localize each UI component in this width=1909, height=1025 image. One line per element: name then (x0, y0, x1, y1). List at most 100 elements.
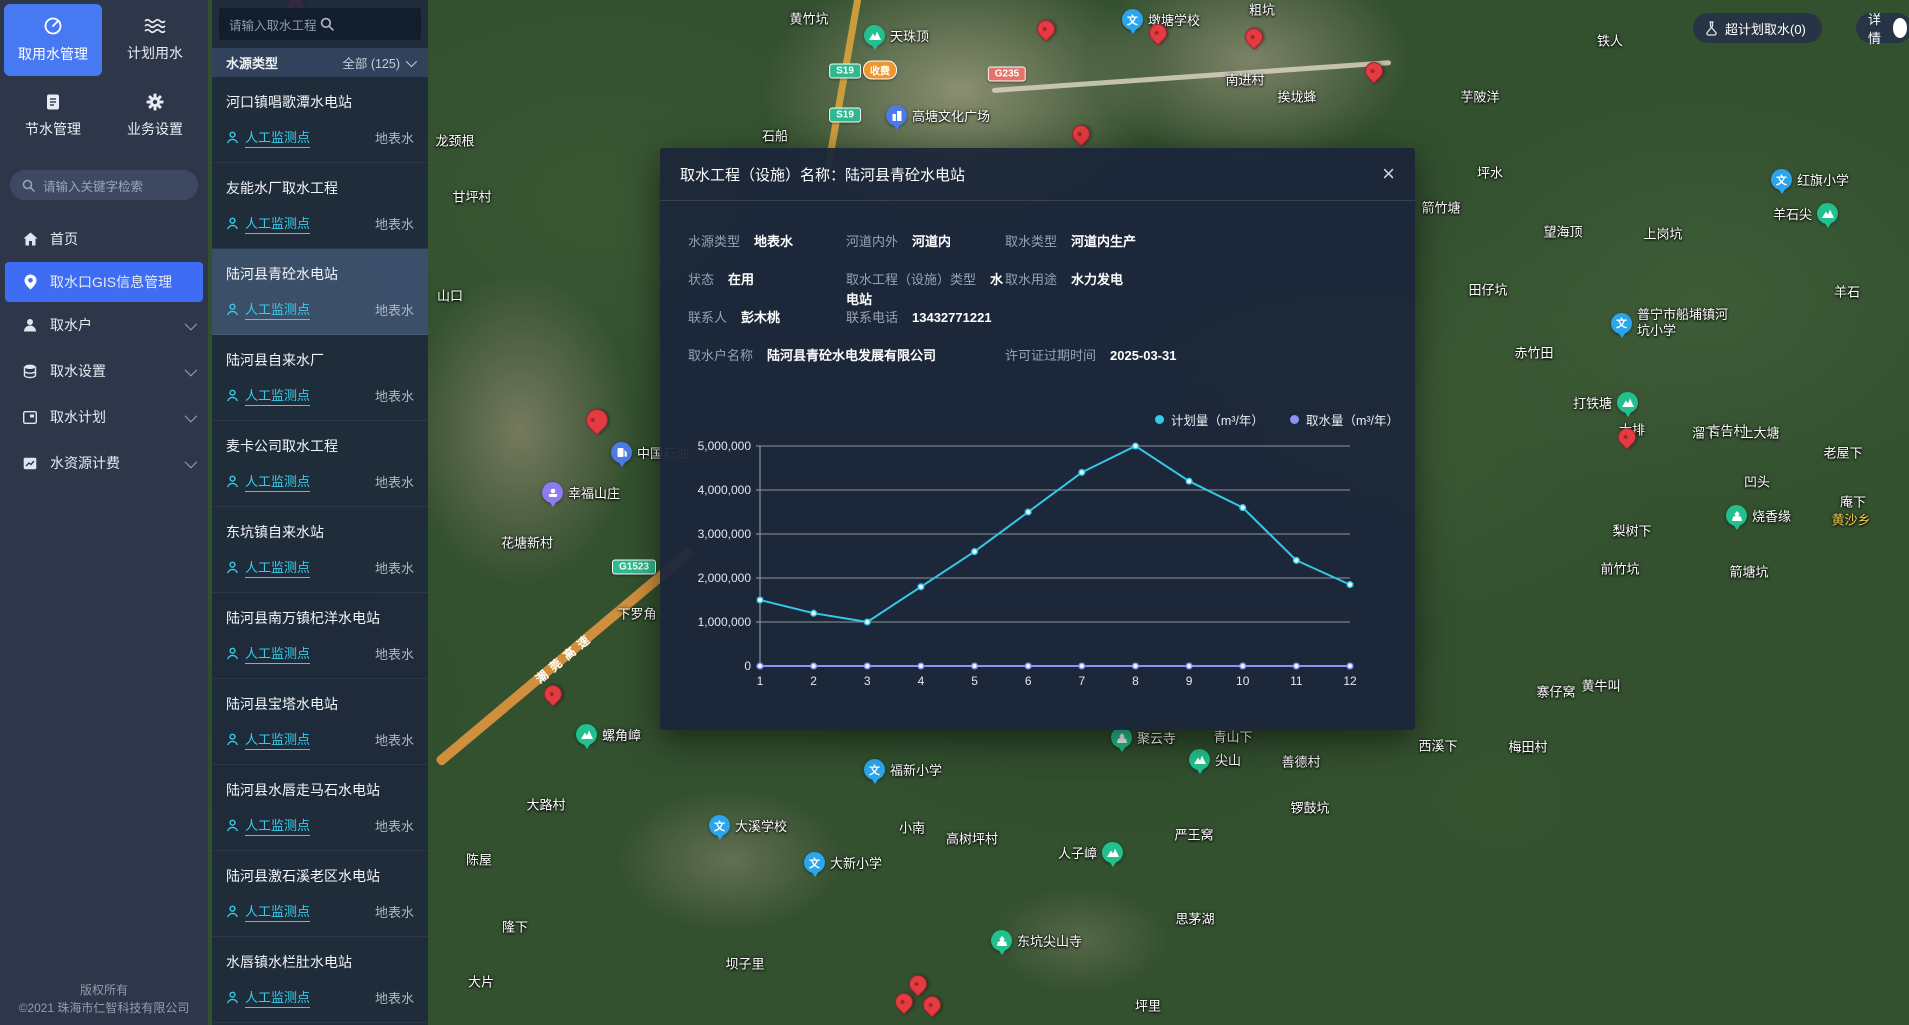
map-label: 挨垅蜂 (1277, 87, 1316, 106)
close-icon[interactable]: × (1382, 163, 1395, 185)
sidebar-item-gis-management[interactable]: 取水口GIS信息管理 (5, 262, 203, 302)
list-item[interactable]: 陆河县激石溪老区水电站人工监测点地表水 (212, 851, 428, 937)
map-marker-school[interactable]: 文福新小学 (864, 759, 942, 780)
detail-toggle[interactable]: 详情 (1856, 13, 1909, 43)
module-tile-water-saving[interactable]: 节水管理 (4, 80, 102, 152)
red-pin-marker[interactable] (891, 989, 916, 1014)
legend-item[interactable]: 取水量（m³/年） (1290, 410, 1399, 429)
monitor-point-link[interactable]: 人工监测点 (245, 987, 310, 1008)
monitor-point-link[interactable]: 人工监测点 (245, 901, 310, 922)
map-marker-mountain[interactable]: 羊石尖 (1773, 203, 1838, 224)
document-icon (44, 93, 62, 111)
sidebar-menu: 首页 取水口GIS信息管理 取水户 取水设置 取水计划 (0, 216, 208, 486)
monitor-point-link[interactable]: 人工监测点 (245, 299, 310, 320)
module-tile-label: 节水管理 (25, 119, 81, 139)
sidebar-item-label: 取水户 (50, 315, 92, 335)
monitor-point-link[interactable]: 人工监测点 (245, 213, 310, 234)
map-marker-temple[interactable]: 东坑尖山寺 (991, 930, 1082, 951)
red-pin-marker[interactable] (1241, 24, 1266, 49)
search-icon (22, 179, 35, 192)
sidebar-item-water-settings[interactable]: 取水设置 (0, 348, 208, 394)
monitor-point-link[interactable]: 人工监测点 (245, 385, 310, 406)
monitor-point-link[interactable]: 人工监测点 (245, 729, 310, 750)
map-marker-mountain[interactable]: 打铁塘 (1573, 392, 1638, 413)
red-pin-marker[interactable] (905, 971, 930, 996)
module-tile-settings[interactable]: 业务设置 (106, 80, 204, 152)
map-marker-mountain[interactable]: 螺角嶂 (576, 724, 641, 745)
toggle-knob[interactable] (1893, 18, 1907, 38)
map-marker-temple[interactable]: 烧香缘 (1726, 505, 1791, 526)
map-marker-school[interactable]: 文大溪学校 (709, 815, 787, 836)
list-item[interactable]: 麦卡公司取水工程人工监测点地表水 (212, 421, 428, 507)
map-marker-school[interactable]: 文红旗小学 (1771, 169, 1849, 190)
red-pin-marker[interactable] (1068, 121, 1093, 146)
svg-text:0: 0 (744, 659, 751, 673)
water-source-type: 地表水 (375, 472, 414, 491)
monitor-point-link[interactable]: 人工监测点 (245, 815, 310, 836)
red-pin-marker[interactable] (581, 404, 612, 435)
legend-item[interactable]: 计划量（m³/年） (1155, 410, 1264, 429)
map-label: 高塘文化广场 (912, 106, 990, 125)
monitor-point-link[interactable]: 人工监测点 (245, 643, 310, 664)
mountain-icon (1617, 392, 1638, 413)
list-item[interactable]: 陆河县青砼水电站人工监测点地表水 (212, 249, 428, 335)
red-pin-marker[interactable] (1033, 16, 1058, 41)
over-plan-label: 超计划取水(0) (1725, 19, 1806, 38)
list-item[interactable]: 水唇镇水栏肚水电站人工监测点地表水 (212, 937, 428, 1023)
map-label: 螺角嶂 (602, 725, 641, 744)
map-marker-resort[interactable]: 幸福山庄 (542, 482, 620, 503)
module-tile-water-use[interactable]: 取用水管理 (4, 4, 102, 76)
map-label: 下罗角 (617, 604, 656, 623)
detail-label: 详情 (1868, 9, 1887, 47)
list-item[interactable]: 陆河县水唇走马石水电站人工监测点地表水 (212, 765, 428, 851)
building-icon (886, 105, 907, 126)
facility-search-placeholder: 请输入取水工程（设施）名称 (229, 15, 320, 34)
list-item[interactable]: 陆河县南万镇杞洋水电站人工监测点地表水 (212, 593, 428, 679)
map-label: 铁人 (1597, 31, 1623, 50)
road-badge: 收费 (863, 61, 897, 80)
map-label: 坪水 (1477, 163, 1503, 182)
sidebar-item-water-billing[interactable]: 水资源计费 (0, 440, 208, 486)
map-label: 龙颈根 (435, 131, 474, 150)
mountain-icon (864, 25, 885, 46)
sidebar-item-water-users[interactable]: 取水户 (0, 302, 208, 348)
map-marker-school[interactable]: 文普宁市船埔镇河坑小学 (1611, 307, 1737, 340)
map-marker-mountain[interactable]: 人子嶂 (1058, 842, 1123, 863)
red-pin-marker[interactable] (540, 681, 565, 706)
flask-icon (1705, 21, 1718, 36)
monitor-point-link[interactable]: 人工监测点 (245, 471, 310, 492)
list-item[interactable]: 陆河县自来水厂人工监测点地表水 (212, 335, 428, 421)
water-source-type: 地表水 (375, 730, 414, 749)
list-item[interactable]: 友能水厂取水工程人工监测点地表水 (212, 163, 428, 249)
map-marker-school[interactable]: 文大新小学 (804, 852, 882, 873)
list-item[interactable]: 陆河县宝塔水电站人工监测点地表水 (212, 679, 428, 765)
water-source-filter[interactable]: 水源类型 全部 (125) (212, 48, 428, 77)
module-tile-planned-water[interactable]: 计划用水 (106, 4, 204, 76)
map-label: 花塘新村 (501, 533, 553, 552)
meter-icon (43, 16, 63, 36)
list-item[interactable]: 东坑镇自来水站人工监测点地表水 (212, 507, 428, 593)
facility-name: 陆河县青砼水电站 (226, 264, 414, 284)
red-pin-marker[interactable] (1361, 58, 1386, 83)
map-marker-mountain[interactable]: 天珠顶 (864, 25, 929, 46)
water-source-type: 地表水 (375, 902, 414, 921)
map-marker-building[interactable]: 高塘文化广场 (886, 105, 990, 126)
svg-text:10: 10 (1236, 674, 1250, 688)
sidebar-search-input[interactable]: 请输入关键字检索 (10, 170, 198, 200)
map-label: 大片 (468, 972, 494, 991)
water-source-type: 地表水 (375, 128, 414, 147)
map-label: 寨仔窝 (1536, 682, 1575, 701)
facility-name: 河口镇唱歌潭水电站 (226, 92, 414, 112)
list-item[interactable]: 河口镇唱歌潭水电站人工监测点 地表水 (212, 77, 428, 163)
svg-text:5: 5 (971, 674, 978, 688)
map-marker-temple[interactable]: 聚云寺 (1111, 727, 1176, 748)
map-label: 凹头 (1744, 472, 1770, 491)
sidebar-item-water-plan[interactable]: 取水计划 (0, 394, 208, 440)
monitor-point-link[interactable]: 人工监测点 (245, 557, 310, 578)
map-marker-mountain[interactable]: 尖山 (1189, 749, 1241, 770)
over-plan-water-button[interactable]: 超计划取水(0) (1693, 13, 1822, 43)
red-pin-marker[interactable] (919, 992, 944, 1017)
monitor-point-link[interactable]: 人工监测点 (245, 127, 310, 148)
facility-search-input[interactable]: 请输入取水工程（设施）名称 (219, 8, 421, 40)
sidebar-item-home[interactable]: 首页 (0, 216, 208, 262)
